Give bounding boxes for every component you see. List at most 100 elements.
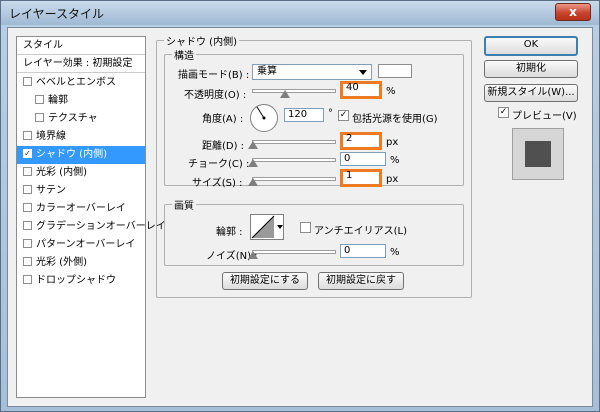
distance-input[interactable]: 2 — [340, 132, 382, 150]
list-item-label: 光彩 (外側) — [36, 257, 87, 268]
opacity-slider-track[interactable] — [252, 89, 336, 93]
distance-slider-track[interactable] — [252, 140, 336, 144]
contour-label: 輪郭 : — [216, 227, 243, 238]
checkbox-checked[interactable]: ✓ — [23, 148, 32, 158]
title-bar[interactable]: レイヤースタイル x — [1, 1, 599, 25]
noise-slider-thumb[interactable] — [248, 251, 258, 259]
shadow-color-swatch[interactable] — [378, 64, 412, 78]
quality-group-title: 画質 — [172, 197, 196, 212]
checkbox[interactable] — [23, 220, 32, 230]
choke-slider-track[interactable] — [252, 158, 336, 162]
list-item-satin[interactable]: サテン — [17, 182, 145, 200]
chevron-down-icon — [359, 70, 367, 75]
check-icon: ✓ — [499, 107, 508, 117]
list-item-inner-shadow[interactable]: ✓ シャドウ (内側) — [17, 146, 145, 164]
anti-alias-checkbox[interactable] — [300, 222, 311, 233]
list-item-pattern-overlay[interactable]: パターンオーバーレイ — [17, 236, 145, 254]
list-item-label: 光彩 (内側) — [36, 167, 87, 178]
list-item-label: スタイル — [23, 40, 63, 51]
global-light-checkbox[interactable]: ✓ — [338, 110, 349, 121]
ok-button[interactable]: OK — [484, 36, 578, 56]
choke-unit: % — [390, 155, 400, 166]
list-item-label: サテン — [36, 185, 66, 196]
list-item-drop-shadow[interactable]: ドロップシャドウ — [17, 272, 145, 290]
checkbox[interactable] — [23, 238, 32, 248]
opacity-label: 不透明度(O) : — [184, 90, 247, 101]
list-item-label: 輪郭 — [48, 95, 68, 106]
list-item-label: パターンオーバーレイ — [36, 239, 136, 250]
opacity-unit: % — [386, 86, 396, 97]
checkbox[interactable] — [23, 166, 32, 176]
checkbox[interactable] — [23, 202, 32, 212]
preview-label: プレビュー(V) — [512, 111, 577, 122]
list-item-label: 境界線 — [36, 131, 66, 142]
checkbox[interactable] — [35, 94, 44, 104]
opacity-slider-thumb[interactable] — [280, 90, 290, 98]
blend-mode-value: 乗算 — [257, 66, 277, 77]
list-item-inner-glow[interactable]: 光彩 (内側) — [17, 164, 145, 182]
checkbox[interactable] — [23, 76, 32, 86]
reset-default-button[interactable]: 初期設定に戻す — [318, 272, 404, 290]
list-item-label: テクスチャ — [48, 113, 98, 124]
list-item-styles[interactable]: スタイル — [17, 37, 145, 55]
noise-slider-track[interactable] — [252, 250, 336, 254]
choke-slider-thumb[interactable] — [248, 159, 258, 167]
global-light-label: 包括光源を使用(G) — [352, 114, 438, 125]
list-item-stroke[interactable]: 境界線 — [17, 128, 145, 146]
size-slider-thumb[interactable] — [248, 178, 258, 186]
blend-mode-label: 描画モード(B) : — [178, 70, 250, 81]
size-label: サイズ(S) : — [192, 178, 243, 189]
dialog-title: レイヤースタイル — [9, 7, 105, 21]
angle-needle-icon — [256, 106, 266, 120]
list-item-color-overlay[interactable]: カラーオーバーレイ — [17, 200, 145, 218]
preview-thumbnail — [512, 128, 564, 180]
list-item-label: シャドウ (内側) — [36, 149, 107, 160]
preview-checkbox[interactable]: ✓ — [498, 107, 509, 118]
list-item-blending-options[interactable]: レイヤー効果 : 初期設定 — [17, 55, 145, 73]
list-item-gradient-overlay[interactable]: グラデーションオーバーレイ — [17, 218, 166, 236]
list-item-contour[interactable]: 輪郭 — [17, 92, 145, 110]
size-input[interactable]: 1 — [340, 169, 382, 187]
make-default-button[interactable]: 初期設定にする — [222, 272, 308, 290]
list-item-texture[interactable]: テクスチャ — [17, 110, 145, 128]
size-unit: px — [386, 174, 399, 185]
blend-mode-select[interactable]: 乗算 — [252, 64, 372, 80]
reset-button[interactable]: 初期化 — [484, 60, 578, 78]
checkbox[interactable] — [23, 184, 32, 194]
choke-label: チョーク(C) : — [188, 159, 250, 170]
list-item-label: カラーオーバーレイ — [36, 203, 126, 214]
angle-label: 角度(A) : — [202, 114, 244, 125]
angle-unit: ° — [328, 108, 333, 119]
list-item-label: レイヤー効果 : 初期設定 — [23, 58, 133, 69]
angle-input[interactable]: 120 — [284, 108, 324, 122]
noise-unit: % — [390, 247, 400, 258]
contour-picker[interactable] — [250, 214, 284, 240]
close-button[interactable]: x — [555, 3, 591, 21]
checkbox[interactable] — [23, 274, 32, 284]
new-style-button[interactable]: 新規スタイル(W)... — [484, 84, 578, 102]
checkbox[interactable] — [35, 112, 44, 122]
size-slider-track[interactable] — [252, 177, 336, 181]
list-item-outer-glow[interactable]: 光彩 (外側) — [17, 254, 145, 272]
distance-label: 距離(D) : — [202, 141, 245, 152]
checkbox[interactable] — [23, 130, 32, 140]
list-item-label: ベベルとエンボス — [36, 77, 116, 88]
distance-unit: px — [386, 137, 399, 148]
inner-shadow-group-title: シャドウ (内側) — [164, 33, 239, 48]
angle-dial[interactable] — [250, 104, 278, 132]
check-icon: ✓ — [339, 110, 348, 120]
checkbox[interactable] — [23, 256, 32, 266]
anti-alias-label: アンチエイリアス(L) — [314, 226, 407, 237]
choke-input[interactable]: 0 — [340, 152, 386, 166]
layer-style-dialog: レイヤースタイル x スタイル レイヤー効果 : 初期設定 ベベルとエンボス 輪… — [0, 0, 600, 412]
structure-group-title: 構造 — [172, 47, 196, 62]
contour-curve-icon — [251, 215, 283, 239]
noise-input[interactable]: 0 — [340, 244, 386, 258]
distance-slider-thumb[interactable] — [248, 141, 258, 149]
list-item-bevel-emboss[interactable]: ベベルとエンボス — [17, 74, 145, 92]
preview-swatch — [525, 141, 551, 167]
opacity-input[interactable]: 40 — [340, 81, 382, 99]
dialog-client: スタイル レイヤー効果 : 初期設定 ベベルとエンボス 輪郭 テクスチャ 境界線… — [7, 27, 593, 407]
list-item-label: グラデーションオーバーレイ — [36, 221, 166, 232]
list-item-label: ドロップシャドウ — [36, 275, 116, 286]
